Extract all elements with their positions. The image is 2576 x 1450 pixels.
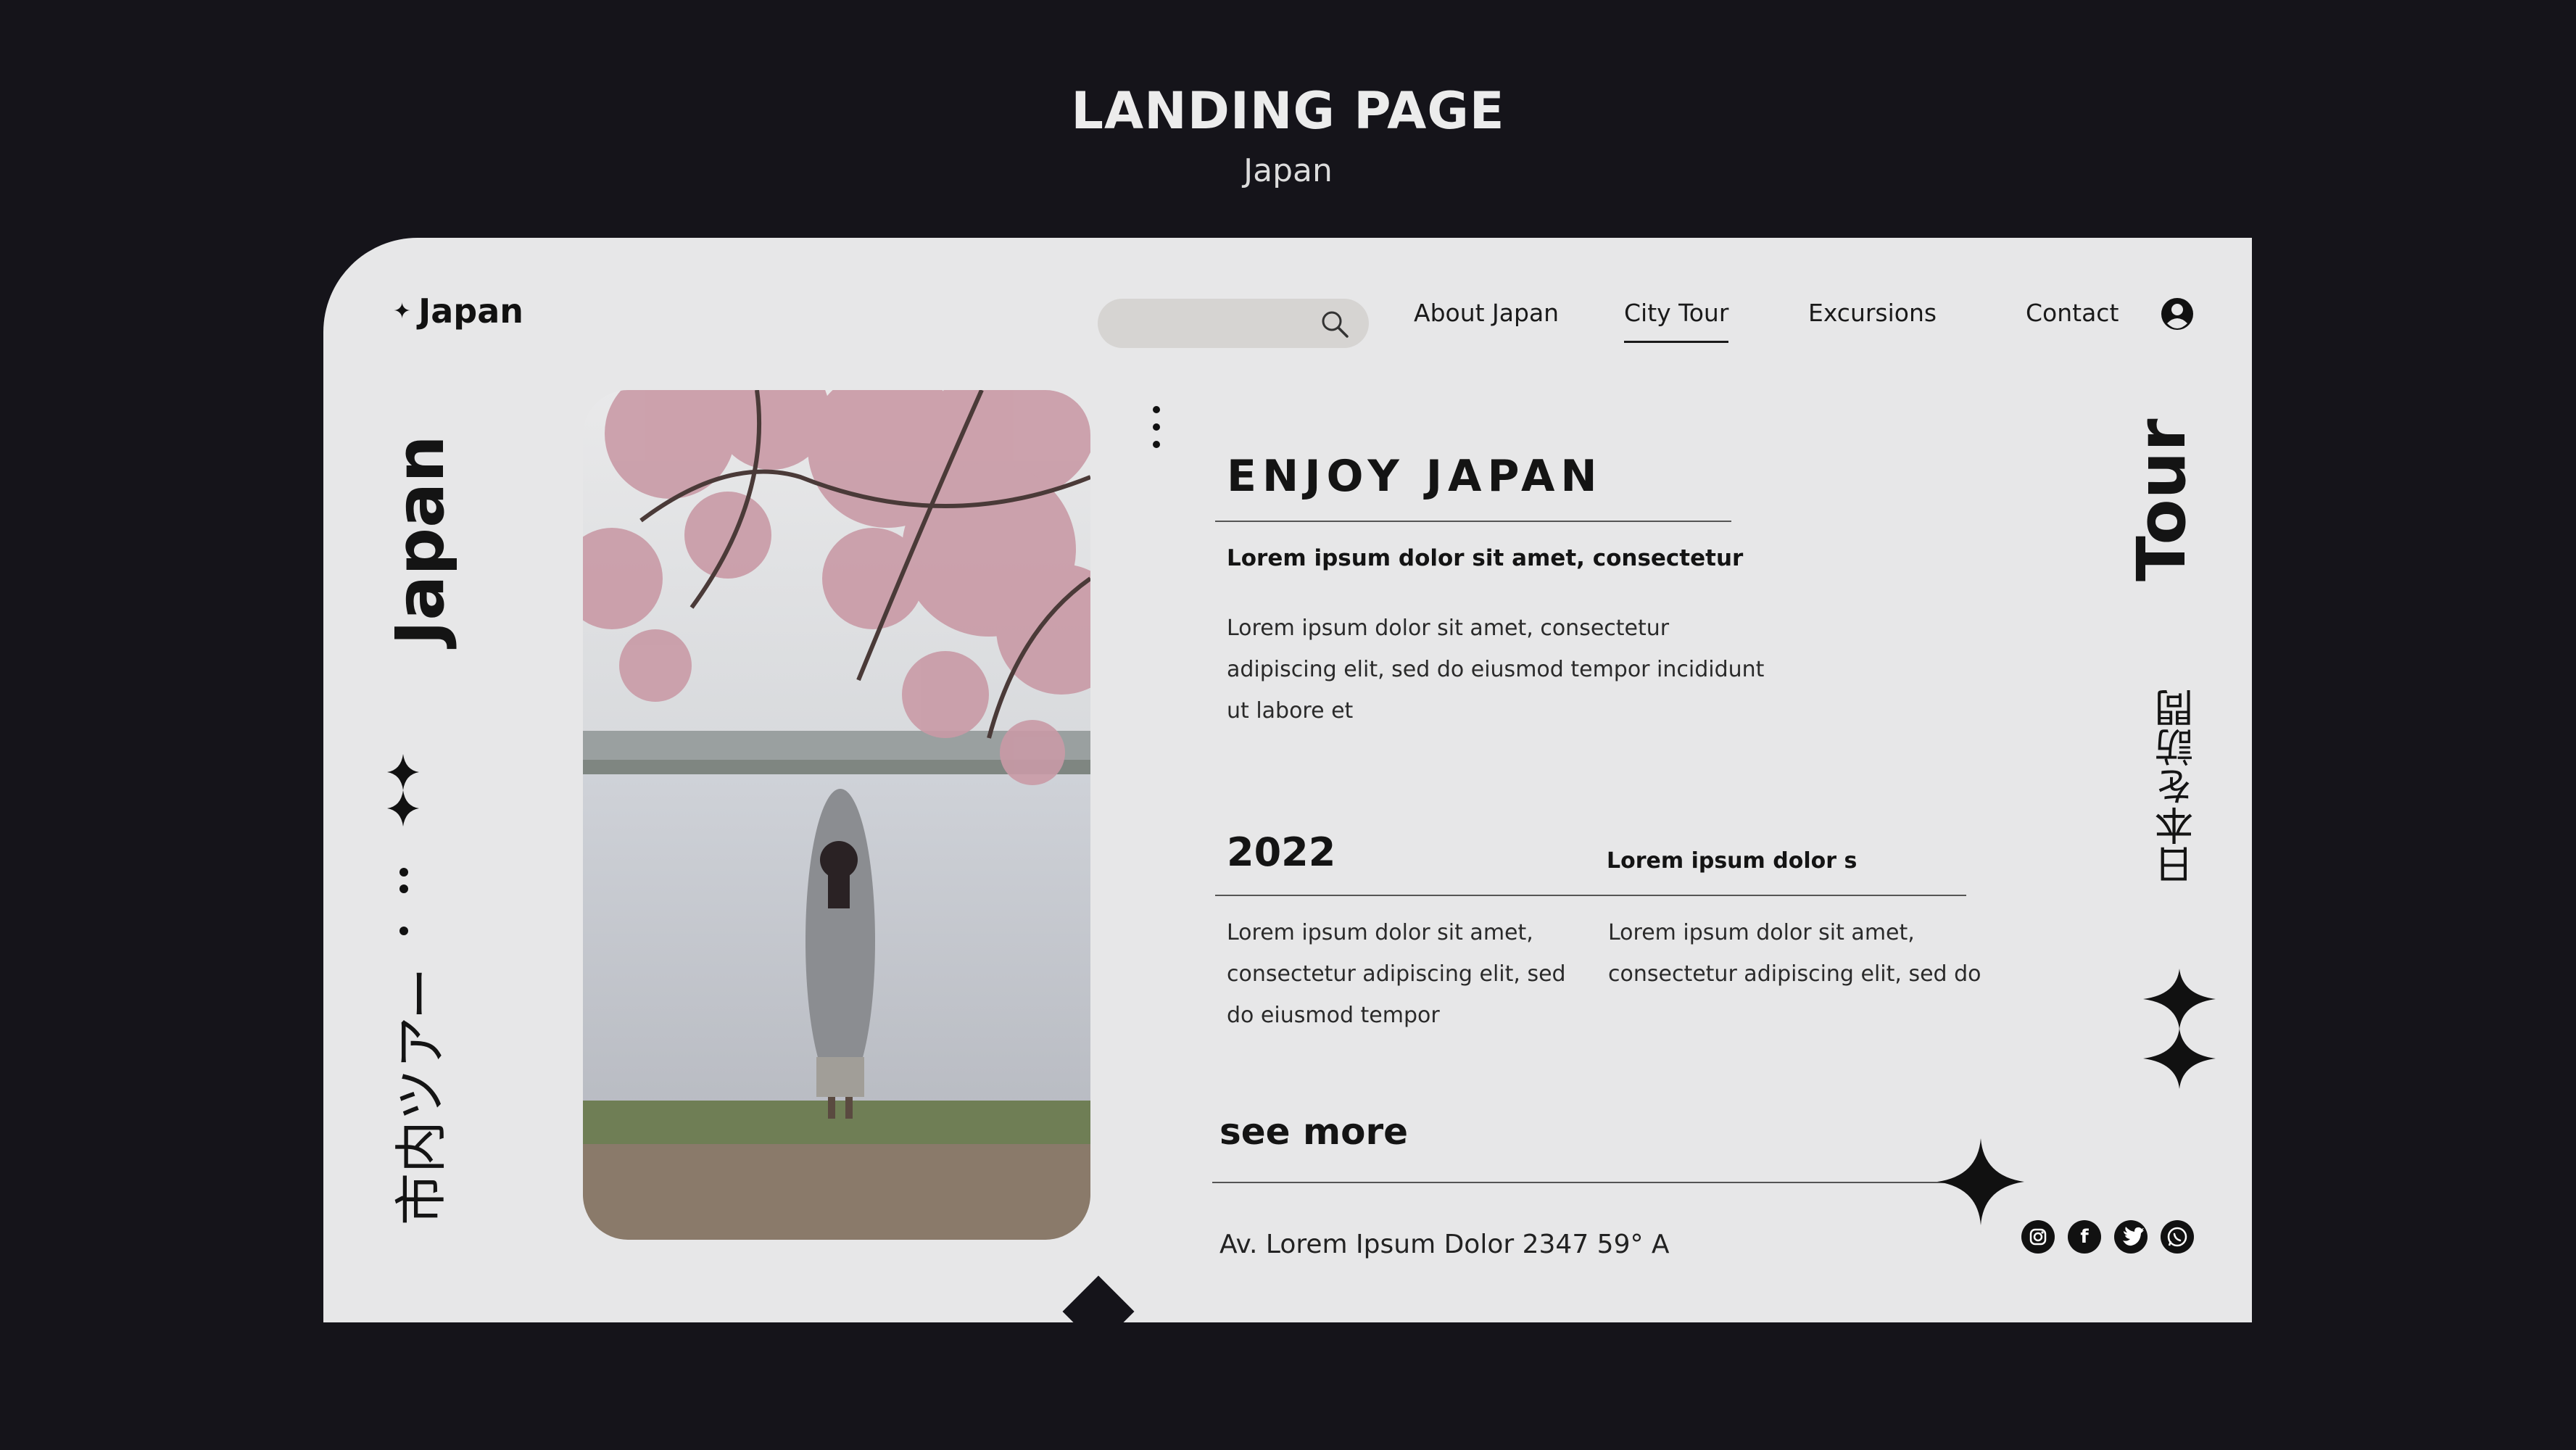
paragraph-line: do eiusmod tempor — [1227, 1003, 1440, 1028]
paragraph-line: Lorem ipsum dolor sit amet, — [1227, 920, 1533, 945]
vertical-katakana: 市内ツアー — [391, 967, 452, 1225]
page-title: LANDING PAGE — [1071, 81, 1505, 141]
nav-contact[interactable]: Contact — [2026, 299, 2119, 327]
year-side-heading: Lorem ipsum dolor s — [1607, 848, 1858, 874]
content-heading: ENJOY JAPAN — [1227, 451, 1603, 502]
sparkle-icon — [1937, 1138, 2024, 1225]
twitter-icon[interactable] — [2114, 1220, 2148, 1254]
site-brand-label: Japan — [418, 291, 524, 331]
sparkle-icon — [387, 754, 419, 826]
nav-city-tour[interactable]: City Tour — [1624, 299, 1729, 343]
see-more-link[interactable]: see more — [1219, 1111, 1408, 1153]
vertical-tour-title: Tour — [2123, 418, 2200, 581]
nav-about-japan[interactable]: About Japan — [1414, 299, 1559, 327]
dots-icon — [399, 868, 408, 935]
search-icon[interactable] — [1320, 309, 1350, 339]
paragraph-line: consectetur adipiscing elit, sed — [1227, 961, 1566, 987]
site-logo[interactable]: ✦ Japan — [393, 291, 523, 331]
whatsapp-icon[interactable] — [2161, 1220, 2194, 1254]
paragraph-line: adipiscing elit, sed do eiusmod tempor i… — [1227, 657, 1765, 682]
nav-excursions[interactable]: Excursions — [1808, 299, 1937, 327]
divider — [1212, 1182, 1974, 1183]
vertical-kanji: 日本を訪問 — [2155, 689, 2200, 884]
divider — [1215, 895, 1966, 896]
paragraph-line: ut labore et — [1227, 698, 1354, 724]
year-label: 2022 — [1227, 829, 1336, 875]
user-account-icon[interactable] — [2159, 296, 2195, 332]
sparkle-icon — [2143, 969, 2216, 1089]
column-2-text: Lorem ipsum dolor sit amet, consectetur … — [1608, 912, 1981, 995]
intro-paragraph: Lorem ipsum dolor sit amet, consectetur … — [1227, 608, 1764, 732]
facebook-icon[interactable]: f — [2068, 1220, 2101, 1254]
divider — [1215, 521, 1731, 522]
lead-text: Lorem ipsum dolor sit amet, consectetur — [1227, 545, 1744, 571]
dots-icon — [1153, 406, 1161, 458]
search-input[interactable] — [1098, 299, 1369, 348]
column-1-text: Lorem ipsum dolor sit amet, consectetur … — [1227, 912, 1566, 1036]
paragraph-line: Lorem ipsum dolor sit amet, consectetur — [1227, 616, 1670, 641]
page-subtitle: Japan — [1243, 152, 1333, 189]
vertical-kanji-text: 日本を訪問 — [2155, 689, 2200, 884]
paragraph-line: consectetur adipiscing elit, sed do — [1608, 961, 1981, 987]
instagram-icon[interactable] — [2021, 1220, 2055, 1254]
vertical-japan-title: Japan — [381, 435, 459, 645]
sparkle-icon: ✦ — [393, 299, 412, 324]
cherry-blossom-photo — [583, 390, 1090, 1240]
paragraph-line: Lorem ipsum dolor sit amet, — [1608, 920, 1915, 945]
address-text: Av. Lorem Ipsum Dolor 2347 59° A — [1219, 1230, 1670, 1259]
